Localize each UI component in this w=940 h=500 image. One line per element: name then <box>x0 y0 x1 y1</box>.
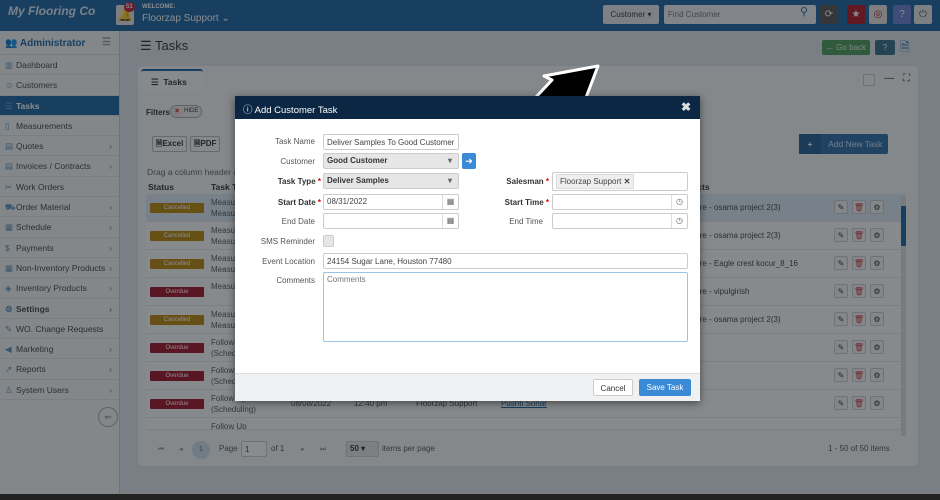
customer-select[interactable]: Good Customer ▾ <box>323 153 459 169</box>
salesman-label: Salesman <box>455 177 549 186</box>
end-date-input[interactable]: ▦ <box>323 213 459 229</box>
close-icon[interactable]: ✖ <box>681 100 691 114</box>
salesman-tag: Floorzap Support ✕ <box>556 174 635 189</box>
task-name-input[interactable] <box>323 134 459 150</box>
salesman-value: Floorzap Support <box>560 177 622 186</box>
customer-label: Customer <box>280 157 315 166</box>
event-location-input[interactable] <box>323 253 688 269</box>
cancel-button[interactable]: Cancel <box>593 379 633 396</box>
task-type-label: Task Type <box>235 177 321 186</box>
task-type-value: Deliver Samples <box>327 176 389 185</box>
dialog-header: ⓘ Add Customer Task ✖ <box>235 96 700 119</box>
task-name-label: Task Name <box>274 137 315 146</box>
clock-icon[interactable]: ◷ <box>671 195 687 209</box>
chevron-down-icon: ▾ <box>447 156 452 165</box>
start-date-input[interactable]: 08/31/2022 ▦ <box>323 194 459 210</box>
start-date-value: 08/31/2022 <box>327 197 368 206</box>
comments-label: Comments <box>276 276 315 285</box>
salesman-multiselect[interactable]: Floorzap Support ✕ <box>552 172 688 191</box>
comments-textarea[interactable] <box>323 272 688 342</box>
event-location-label: Event Location <box>262 257 315 266</box>
start-time-label: Start Time <box>455 198 549 207</box>
end-time-label: End Time <box>509 217 543 226</box>
taskbar <box>0 494 940 500</box>
go-to-customer-button[interactable]: ➜ <box>462 153 476 169</box>
customer-value: Good Customer <box>327 156 388 165</box>
remove-tag-icon[interactable]: ✕ <box>624 177 631 186</box>
start-date-label: Start Date <box>235 198 321 207</box>
start-time-input[interactable]: ◷ <box>552 194 688 210</box>
clock-icon[interactable]: ◷ <box>671 214 687 228</box>
sms-reminder-checkbox[interactable] <box>323 235 334 247</box>
dialog-title: Add Customer Task <box>254 105 338 116</box>
task-type-select[interactable]: Deliver Samples ▾ <box>323 173 459 189</box>
sms-reminder-label: SMS Reminder <box>260 237 315 246</box>
save-task-button[interactable]: Save Task <box>639 379 691 396</box>
dialog-footer: Cancel Save Task <box>235 373 700 401</box>
add-customer-task-dialog: ⓘ Add Customer Task✖ Task Name Customer … <box>235 96 700 401</box>
end-date-label: End Date <box>281 217 315 226</box>
end-time-input[interactable]: ◷ <box>552 213 688 229</box>
